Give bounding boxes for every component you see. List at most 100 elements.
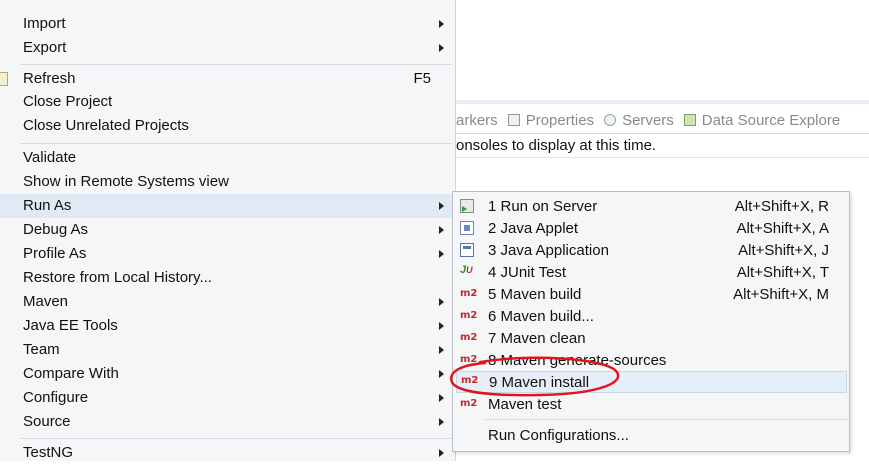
menu-item-label: Close Unrelated Projects <box>23 117 189 134</box>
submenu-arrow-icon <box>439 44 444 52</box>
menu-item-refresh[interactable]: Refresh F5 <box>0 67 455 91</box>
submenu-arrow-icon <box>439 298 444 306</box>
submenu-item-java-application[interactable]: 3 Java Application Alt+Shift+X, J <box>453 239 849 261</box>
tab-markers[interactable]: arkers <box>456 112 498 129</box>
submenu-arrow-icon <box>439 346 444 354</box>
menu-item-label: Restore from Local History... <box>23 269 212 286</box>
menu-item-label: Import <box>23 15 66 32</box>
junit-icon-sub: U <box>466 265 473 275</box>
submenu-arrow-icon <box>439 394 444 402</box>
submenu-item-maven-install[interactable]: m2 9 Maven install <box>456 371 847 393</box>
menu-item-label: Compare With <box>23 365 119 382</box>
menu-item-source[interactable]: Source <box>0 410 455 434</box>
maven-m2-icon: m2 <box>460 288 478 299</box>
menu-item-compare-with[interactable]: Compare With <box>0 362 455 386</box>
editor-area <box>456 0 869 100</box>
project-context-menu: Import Export Refresh F5 Close Project C… <box>0 0 456 461</box>
submenu-item-label: 9 Maven install <box>489 374 590 391</box>
maven-m2-icon: m2 <box>460 310 478 321</box>
menu-item-team[interactable]: Team <box>0 338 455 362</box>
submenu-item-java-applet[interactable]: 2 Java Applet Alt+Shift+X, A <box>453 217 849 239</box>
submenu-item-accelerator: Alt+Shift+X, A <box>736 220 829 237</box>
submenu-item-run-configurations[interactable]: Run Configurations... <box>453 424 849 446</box>
data-source-icon <box>683 114 696 126</box>
menu-item-close-project[interactable]: Close Project <box>0 90 455 114</box>
menu-item-debug-as[interactable]: Debug As <box>0 218 455 242</box>
menu-separator <box>20 143 452 144</box>
submenu-item-accelerator: Alt+Shift+X, M <box>733 286 829 303</box>
markers-tab-label: arkers <box>456 111 498 129</box>
maven-m2-icon: m2 <box>460 354 478 365</box>
submenu-item-maven-build-dialog[interactable]: m2 6 Maven build... <box>453 305 849 327</box>
menu-item-close-unrelated-projects[interactable]: Close Unrelated Projects <box>0 114 455 138</box>
menu-item-label: Team <box>23 341 60 358</box>
menu-item-show-in-remote-systems[interactable]: Show in Remote Systems view <box>0 170 455 194</box>
submenu-item-maven-generate-sources[interactable]: m2 8 Maven generate-sources <box>453 349 849 371</box>
menu-item-testng[interactable]: TestNG <box>0 441 455 465</box>
tab-data-source-explorer[interactable]: Data Source Explore <box>683 111 841 129</box>
view-sash[interactable] <box>456 100 869 104</box>
submenu-arrow-icon <box>439 370 444 378</box>
java-application-icon <box>460 243 474 257</box>
submenu-item-accelerator: Alt+Shift+X, T <box>736 264 829 281</box>
submenu-item-label: 8 Maven generate-sources <box>488 352 667 369</box>
submenu-arrow-icon <box>439 20 444 28</box>
submenu-item-label: 5 Maven build <box>488 286 582 303</box>
menu-item-label: Profile As <box>23 245 87 262</box>
submenu-item-label: 4 JUnit Test <box>488 264 567 281</box>
data-source-tab-label: Data Source Explore <box>701 111 841 129</box>
menu-item-label: TestNG <box>23 444 74 461</box>
submenu-item-label: 3 Java Application <box>488 242 609 259</box>
menu-item-label: Validate <box>23 149 77 166</box>
view-divider <box>456 133 869 134</box>
menu-item-java-ee-tools[interactable]: Java EE Tools <box>0 314 455 338</box>
menu-separator <box>20 64 452 65</box>
submenu-item-maven-clean[interactable]: m2 7 Maven clean <box>453 327 849 349</box>
submenu-item-label: 2 Java Applet <box>488 220 579 237</box>
tab-properties[interactable]: Properties <box>507 111 595 129</box>
menu-item-label: Java EE Tools <box>23 317 118 334</box>
run-on-server-icon <box>460 199 474 213</box>
console-empty-message: onsoles to display at this time. <box>456 137 657 154</box>
menu-item-profile-as[interactable]: Profile As <box>0 242 455 266</box>
menu-item-label: Maven <box>23 293 69 310</box>
submenu-item-label: 1 Run on Server <box>488 198 598 215</box>
submenu-arrow-icon <box>439 418 444 426</box>
view-bottom-line <box>456 157 869 158</box>
submenu-item-maven-build[interactable]: m2 5 Maven build Alt+Shift+X, M <box>453 283 849 305</box>
properties-tab-label: Properties <box>525 111 595 129</box>
junit-icon: JU <box>460 264 478 278</box>
tab-servers[interactable]: Servers <box>604 112 674 129</box>
submenu-item-junit-test[interactable]: JU 4 JUnit Test Alt+Shift+X, T <box>453 261 849 283</box>
submenu-item-maven-test[interactable]: m2 Maven test <box>453 393 849 415</box>
menu-item-accelerator: F5 <box>413 70 431 87</box>
menu-item-configure[interactable]: Configure <box>0 386 455 410</box>
submenu-item-run-on-server[interactable]: 1 Run on Server Alt+Shift+X, R <box>453 195 849 217</box>
menu-separator <box>20 438 452 439</box>
maven-m2-icon: m2 <box>461 375 479 386</box>
menu-item-restore-from-local-history[interactable]: Restore from Local History... <box>0 266 455 290</box>
submenu-arrow-icon <box>439 322 444 330</box>
menu-item-export[interactable]: Export <box>0 36 455 60</box>
submenu-item-label: Maven test <box>488 396 562 413</box>
java-applet-icon <box>460 221 474 235</box>
submenu-item-accelerator: Alt+Shift+X, J <box>738 242 829 259</box>
maven-m2-icon: m2 <box>460 398 478 409</box>
menu-item-label: Configure <box>23 389 89 406</box>
menu-item-import[interactable]: Import <box>0 12 455 36</box>
submenu-arrow-icon <box>439 226 444 234</box>
maven-m2-icon: m2 <box>460 332 478 343</box>
submenu-item-label: 7 Maven clean <box>488 330 586 347</box>
servers-tab-label: Servers <box>622 111 674 129</box>
menu-item-validate[interactable]: Validate <box>0 146 455 170</box>
submenu-item-accelerator: Alt+Shift+X, R <box>734 198 829 215</box>
menu-item-label: Run As <box>23 197 72 214</box>
submenu-separator <box>485 419 847 420</box>
menu-item-label: Debug As <box>23 221 89 238</box>
menu-item-run-as[interactable]: Run As <box>0 194 455 218</box>
submenu-arrow-icon <box>439 449 444 457</box>
submenu-arrow-icon <box>439 202 444 210</box>
refresh-icon <box>0 72 8 86</box>
menu-item-maven[interactable]: Maven <box>0 290 455 314</box>
properties-icon <box>507 114 520 126</box>
